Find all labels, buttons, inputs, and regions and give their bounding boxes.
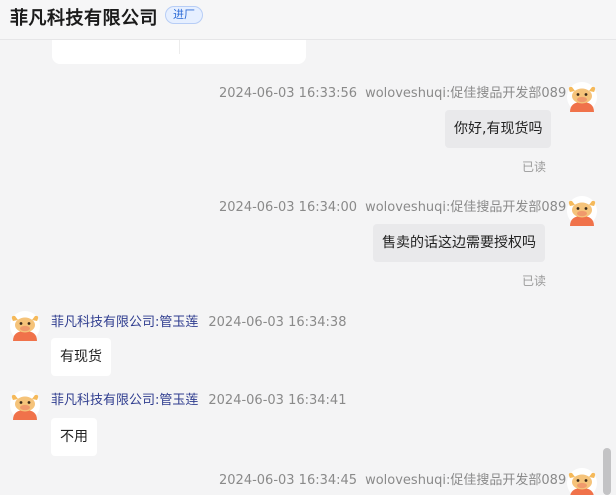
status-tag: 进厂 — [165, 6, 203, 24]
cow-avatar-icon[interactable] — [567, 82, 597, 112]
message-time: 2024-06-03 16:34:00 — [219, 200, 358, 215]
cow-avatar-icon[interactable] — [567, 468, 597, 495]
cow-avatar-icon[interactable] — [10, 390, 40, 420]
read-status: 已读 — [522, 274, 547, 288]
message-sender: 菲凡科技有限公司:管玉莲 — [51, 393, 199, 408]
message-bubble[interactable]: 不用 — [51, 418, 97, 456]
scrollbar-thumb[interactable] — [603, 448, 611, 495]
company-name: 菲凡科技有限公司 — [10, 8, 158, 29]
message-time: 2024-06-03 16:34:45 — [219, 473, 358, 488]
message-bubble[interactable]: 有现货 — [51, 338, 111, 376]
message-time: 2024-06-03 16:33:56 — [219, 86, 358, 101]
message-bubble[interactable]: 你好,有现货吗 — [445, 110, 552, 148]
message-sender: woloveshuqi:促佳搜品开发部089 — [365, 200, 567, 215]
cow-avatar-icon[interactable] — [567, 196, 597, 226]
card-divider — [179, 40, 180, 54]
message-time: 2024-06-03 16:34:41 — [208, 393, 347, 408]
message-meta: 菲凡科技有限公司:管玉莲 2024-06-03 16:34:41 — [51, 389, 346, 408]
message-meta: 菲凡科技有限公司:管玉莲 2024-06-03 16:34:38 — [51, 311, 346, 330]
message-meta: 2024-06-03 16:34:00 woloveshuqi:促佳搜品开发部08… — [219, 196, 566, 215]
message-sender: 菲凡科技有限公司:管玉莲 — [51, 315, 199, 330]
message-meta: 2024-06-03 16:34:45 woloveshuqi:促佳搜品开发部08… — [219, 469, 566, 488]
message-sender: woloveshuqi:促佳搜品开发部089 — [365, 473, 567, 488]
read-status: 已读 — [522, 160, 547, 174]
previous-card — [52, 40, 306, 64]
message-meta: 2024-06-03 16:33:56 woloveshuqi:促佳搜品开发部08… — [219, 82, 566, 101]
message-sender: woloveshuqi:促佳搜品开发部089 — [365, 86, 567, 101]
message-bubble[interactable]: 售卖的话这边需要授权吗 — [373, 224, 545, 262]
message-time: 2024-06-03 16:34:38 — [208, 315, 347, 330]
chat-header: 菲凡科技有限公司 进厂 — [0, 0, 616, 40]
cow-avatar-icon[interactable] — [10, 311, 40, 341]
